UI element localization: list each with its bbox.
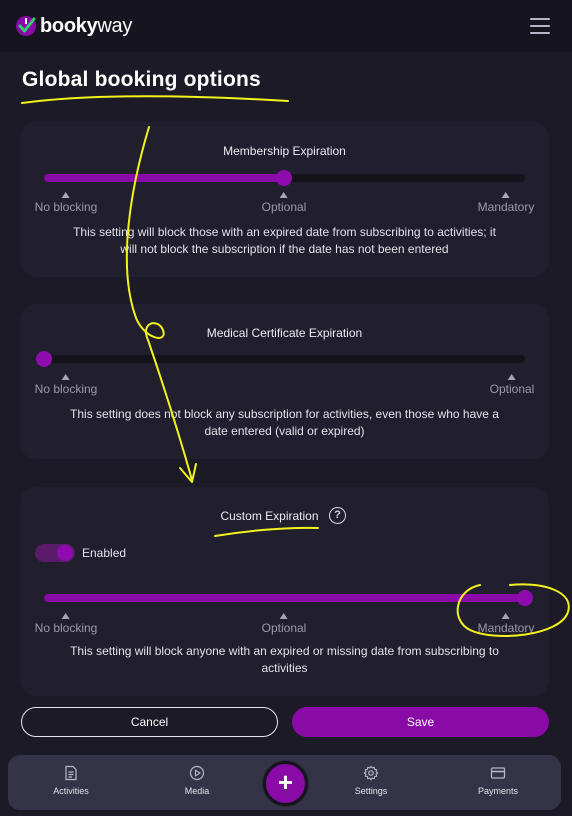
nav-item-settings[interactable]: Settings [336,765,406,796]
tick-label: Optional [261,200,307,214]
logo-check-icon [16,16,36,36]
nav-label: Media [184,786,210,796]
description-line: This setting does not block any subscrip… [70,407,499,421]
tick-label: Mandatory [477,200,535,214]
title-underline-annotation [21,95,289,104]
nav-item-payments[interactable]: Payments [463,765,533,796]
play-circle-icon [189,765,205,781]
tick-label: Optional [489,382,535,396]
tick-no-blocking[interactable]: No blocking [34,613,98,635]
logo[interactable]: bookyway [14,14,132,38]
card-title: Membership Expiration [223,144,346,158]
plus-icon[interactable]: + [263,761,308,806]
tick-label: No blocking [34,621,98,635]
tick-no-blocking[interactable]: No blocking [34,374,98,396]
tick-optional[interactable]: Optional [261,613,307,635]
card-title: Medical Certificate Expiration [206,326,363,340]
document-icon [65,765,77,781]
logo-text-light: way [97,14,133,37]
nav-label: Settings [354,786,388,796]
logo-text-bold: booky [40,14,98,37]
tick-label: No blocking [34,200,98,214]
description-line: date entered (valid or expired) [204,424,365,438]
slider-thumb[interactable] [517,590,533,606]
tick-arrow-icon [279,192,288,198]
cancel-button[interactable]: Cancel [21,707,278,737]
annotation-arrowhead [179,463,197,483]
medical-certificate-card: Medical Certificate Expiration No blocki… [20,304,549,459]
toggle-knob [57,545,73,561]
card-description: This setting does not block any subscrip… [40,406,529,440]
tick-arrow-icon [501,613,510,619]
tick-arrow-icon [279,613,288,619]
slider-thumb[interactable] [36,351,52,367]
nav-label: Payments [477,786,519,796]
tick-arrow-icon [61,192,70,198]
description-line: activities [261,661,308,675]
custom-slider[interactable] [44,590,533,606]
tick-label: Optional [261,621,307,635]
slider-fill [44,594,525,602]
membership-slider[interactable] [44,170,525,186]
save-button[interactable]: Save [292,707,549,737]
description-line: This setting will block anyone with an e… [70,644,499,658]
hamburger-menu-icon[interactable] [530,18,550,34]
description-line: This setting will block those with an ex… [73,225,496,239]
card-description: This setting will block those with an ex… [40,224,529,258]
app-root: bookyway Global booking options Membersh… [0,0,572,816]
tick-optional[interactable]: Optional [261,192,307,214]
nav-item-activities[interactable]: Activities [36,765,106,796]
nav-label: Activities [53,786,89,796]
question-mark-icon[interactable]: ? [329,507,346,524]
card-description: This setting will block anyone with an e… [40,643,529,677]
tick-arrow-icon [61,374,70,380]
enabled-toggle[interactable] [35,544,75,562]
gear-icon [363,765,379,781]
tick-optional[interactable]: Optional [489,374,535,396]
tick-label: No blocking [34,382,98,396]
tick-arrow-icon [61,613,70,619]
card-title: Custom Expiration [220,509,319,523]
slider-thumb[interactable] [276,170,292,186]
page-title: Global booking options [22,68,261,91]
top-bar: bookyway [0,0,572,52]
logo-text: bookyway [40,15,132,38]
custom-expiration-card: Custom Expiration ? Enabled No blocking … [20,487,549,696]
toggle-label: Enabled [82,546,127,560]
tick-no-blocking[interactable]: No blocking [34,192,98,214]
membership-expiration-card: Membership Expiration No blocking Option… [20,122,549,277]
tick-arrow-icon [507,374,516,380]
slider-fill [44,174,284,182]
tick-mandatory[interactable]: Mandatory [477,613,535,635]
medical-slider[interactable] [36,351,525,367]
tick-label: Mandatory [477,621,535,635]
tick-mandatory[interactable]: Mandatory [477,192,535,214]
description-line: will not block the subscription if the d… [120,242,449,256]
nav-item-media[interactable]: Media [162,765,232,796]
tick-arrow-icon [501,192,510,198]
credit-card-icon [490,767,506,779]
